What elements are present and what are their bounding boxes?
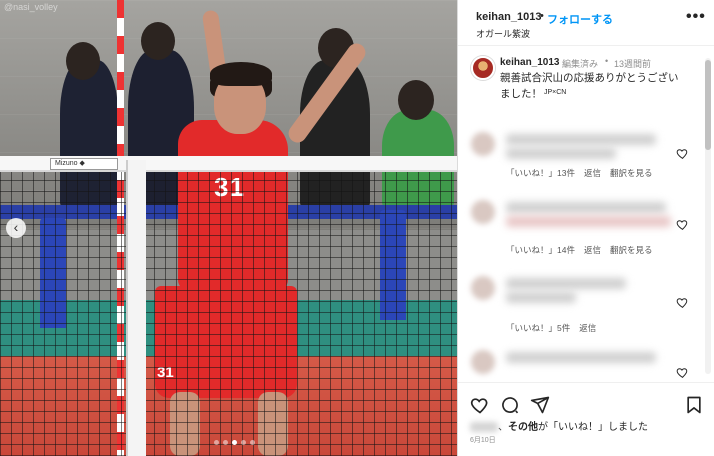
caption-edited-label: 編集済み [562, 59, 599, 69]
comment-heart-icon[interactable] [676, 218, 689, 231]
comment-avatar[interactable] [471, 276, 495, 300]
likes-summary: 、その他が「いいね！」しました [470, 418, 710, 433]
likes-rest: が「いいね！」しました [538, 422, 648, 433]
scrollbar-thumb[interactable] [705, 60, 711, 150]
slide-dot [250, 440, 255, 445]
photo-watermark: @nasi_volley [4, 2, 58, 12]
caption-timestamp[interactable]: 13週間前 [614, 57, 651, 70]
comment-text-blurred [506, 352, 656, 363]
comment-translate-button[interactable]: 翻訳を見る [610, 245, 653, 255]
comment-text-blurred [506, 134, 656, 145]
caption-tag: JP×CN [544, 89, 567, 96]
comment-text-blurred [506, 202, 666, 213]
comment-text-blurred [506, 292, 576, 303]
caption-separator: • [605, 56, 609, 66]
comment-text-blurred [506, 216, 671, 227]
comment-item [458, 346, 703, 380]
comment-text-blurred [506, 278, 626, 289]
follow-button[interactable]: フォローする [547, 11, 613, 27]
comment-heart-icon[interactable] [676, 296, 689, 309]
spectator-head [66, 42, 100, 80]
more-options-icon[interactable]: ••• [686, 8, 706, 26]
comment-item: 「いいね！」14件 返信 翻訳を見る [458, 196, 703, 268]
comment-reply-button[interactable]: 返信 [584, 168, 601, 178]
comment-text-blurred [506, 148, 616, 159]
comment-heart-icon[interactable] [676, 366, 689, 379]
header-separator: • [540, 10, 544, 22]
post-photo[interactable]: 31 31 Mizuno ◆ @nasi_volley ‹ [0, 0, 457, 456]
likes-suffix: 、 [498, 422, 508, 433]
comment-bubble-icon[interactable] [500, 395, 520, 415]
share-send-icon[interactable] [530, 395, 550, 415]
bookmark-icon[interactable] [684, 395, 704, 415]
header-location[interactable]: オガール紫波 [476, 27, 530, 40]
comment-avatar[interactable] [471, 350, 495, 374]
slide-dot [223, 440, 228, 445]
comment-meta: 「いいね！」5件 返信 [506, 322, 605, 334]
liker-name-blurred[interactable] [470, 422, 498, 433]
comment-heart-icon[interactable] [676, 147, 689, 160]
previous-slide-button[interactable]: ‹ [6, 218, 26, 238]
post-header: keihan_1013 • フォローする オガール紫波 ••• [458, 0, 714, 46]
comment-item: 「いいね！」13件 返信 翻訳を見る [458, 128, 703, 200]
net-post [126, 160, 146, 456]
spectator-head [398, 80, 434, 120]
likes-others-link[interactable]: その他 [508, 422, 538, 433]
like-heart-icon[interactable] [470, 395, 490, 415]
spectator-head [141, 22, 175, 60]
slide-dot [232, 440, 237, 445]
caption-text-line2: ました！ [500, 88, 542, 100]
slide-dot [214, 440, 219, 445]
post-caption: keihan_1013 編集済み • 13週間前 親善試合沢山の応援ありがとうご… [458, 50, 703, 120]
comment-meta: 「いいね！」14件 返信 翻訳を見る [506, 244, 662, 256]
comment-likes[interactable]: 「いいね！」14件 [506, 245, 575, 255]
comment-item: 「いいね！」5件 返信 [458, 272, 703, 344]
post-side-panel: keihan_1013 • フォローする オガール紫波 ••• keihan_1… [457, 0, 714, 456]
comment-reply-button[interactable]: 返信 [579, 323, 596, 333]
header-username[interactable]: keihan_1013 [476, 11, 541, 23]
post-date[interactable]: 6月10日 [470, 435, 496, 445]
comment-avatar[interactable] [471, 200, 495, 224]
slide-indicator [214, 440, 255, 445]
comment-meta: 「いいね！」13件 返信 翻訳を見る [506, 167, 662, 179]
player-hair [210, 62, 272, 86]
net-sponsor-tag: Mizuno ◆ [50, 158, 118, 170]
avatar[interactable] [471, 56, 495, 80]
comment-translate-button[interactable]: 翻訳を見る [610, 168, 653, 178]
comment-reply-button[interactable]: 返信 [584, 245, 601, 255]
slide-dot [241, 440, 246, 445]
comment-likes[interactable]: 「いいね！」5件 [506, 323, 570, 333]
volleyball-net [0, 158, 457, 456]
comment-avatar[interactable] [471, 132, 495, 156]
caption-text-line1: 親善試合沢山の応援ありがとうござい [500, 72, 679, 84]
comment-likes[interactable]: 「いいね！」13件 [506, 168, 575, 178]
caption-username[interactable]: keihan_1013 [500, 57, 560, 68]
